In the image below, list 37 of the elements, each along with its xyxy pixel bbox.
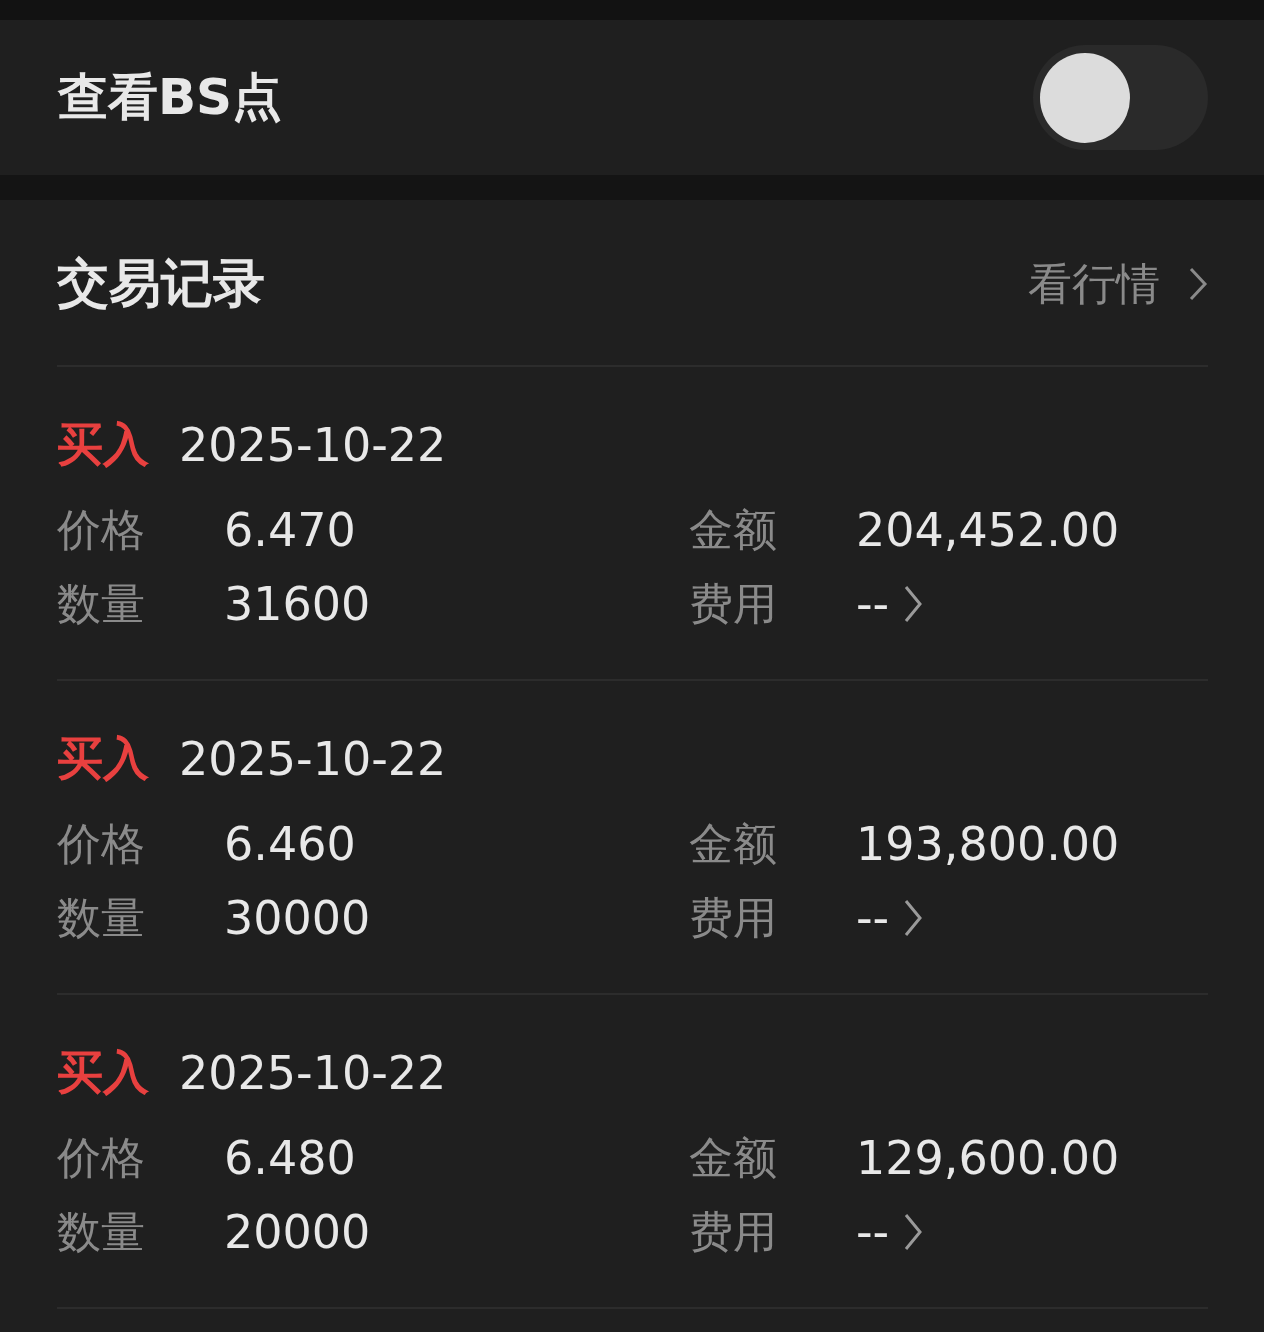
field-label: 价格 (57, 502, 146, 557)
market-link[interactable]: 看行情 (1028, 254, 1208, 314)
fee-link[interactable]: -- (856, 891, 924, 945)
field-label: 金额 (689, 816, 778, 871)
field-label: 金额 (689, 502, 778, 557)
trade-date: 2025-10-22 (179, 1046, 447, 1100)
field-value: 129,600.00 (856, 1131, 1120, 1185)
field-value: 6.480 (224, 1131, 356, 1185)
field-label: 数量 (57, 1204, 146, 1259)
field-value: 6.470 (224, 503, 356, 557)
trade-date: 2025-10-22 (179, 418, 447, 472)
chevron-right-icon (903, 1212, 924, 1252)
trade-side: 买入 (57, 416, 149, 473)
field-value: 20000 (224, 1205, 371, 1259)
fee-link[interactable]: -- (856, 577, 924, 631)
field-value: 204,452.00 (856, 503, 1120, 557)
field-value: 30000 (224, 891, 371, 945)
section-title: 交易记录 (57, 252, 265, 315)
trade-side: 买入 (57, 730, 149, 787)
field-value: 6.460 (224, 817, 356, 871)
field-label: 价格 (57, 1130, 146, 1185)
field-label: 数量 (57, 890, 146, 945)
chevron-right-icon (1188, 266, 1208, 302)
field-value: 193,800.00 (856, 817, 1120, 871)
chevron-right-icon (903, 898, 924, 938)
trade-date: 2025-10-22 (179, 732, 447, 786)
field-value: 31600 (224, 577, 371, 631)
field-label: 费用 (689, 1204, 778, 1259)
fee-link[interactable]: -- (856, 1205, 924, 1259)
toggle-label: 查看BS点 (58, 67, 283, 128)
trade-side: 买入 (57, 1044, 149, 1101)
field-label: 费用 (689, 576, 778, 631)
field-label: 数量 (57, 576, 146, 631)
chevron-right-icon (903, 584, 924, 624)
field-label: 价格 (57, 816, 146, 871)
field-label: 金额 (689, 1130, 778, 1185)
field-label: 费用 (689, 890, 778, 945)
